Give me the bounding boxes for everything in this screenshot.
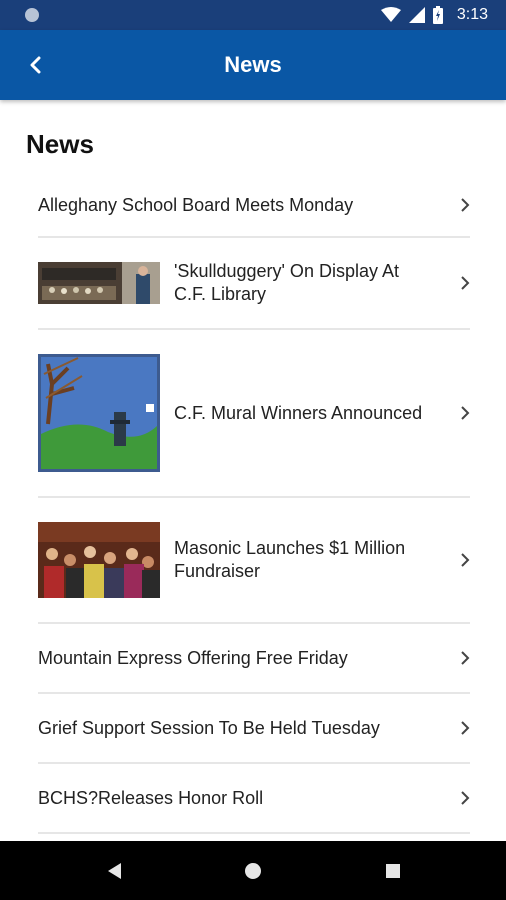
page-heading: News (26, 129, 94, 159)
status-time: 3:13 (456, 6, 488, 23)
status-icons: 3:13 (380, 5, 488, 25)
news-item[interactable]: BCHS?Releases Honor Roll (38, 764, 470, 834)
news-item[interactable]: C.F. Mural Winners Announced (38, 330, 470, 498)
news-content[interactable]: News Alleghany School Board Meets Monday (0, 100, 506, 841)
chevron-right-icon (461, 198, 470, 212)
news-item-title: Alleghany School Board Meets Monday (38, 194, 354, 215)
app-title: News (224, 52, 282, 77)
news-item-title: C.F. Mural Winners Announced (174, 402, 423, 423)
news-item[interactable]: Alleghany School Board Meets Monday (38, 174, 470, 238)
signal-icon (408, 7, 425, 23)
chevron-right-icon (461, 406, 470, 420)
event-crowd-photo (38, 522, 160, 598)
system-nav-bar (0, 841, 506, 900)
chevron-right-icon (461, 276, 470, 290)
news-item[interactable]: Masonic Launches $1 Million Fundraiser (38, 498, 470, 624)
library-display-photo (38, 262, 160, 304)
status-bar: 3:13 (0, 0, 506, 30)
app-bar: News (0, 30, 506, 100)
chevron-right-icon (461, 553, 470, 567)
news-list: Alleghany School Board Meets Monday 'Sku… (38, 174, 470, 834)
news-item-title: Masonic Launches $1 Million Fundraiser (174, 538, 406, 581)
news-item-title: Mountain Express Offering Free Friday (38, 647, 348, 668)
wifi-icon (380, 7, 401, 22)
news-item[interactable]: 'Skullduggery' On Display At C.F. Librar… (38, 238, 470, 330)
chevron-right-icon (461, 721, 470, 735)
chevron-right-icon (461, 791, 470, 805)
news-item-title: 'Skullduggery' On Display At C.F. Librar… (174, 261, 399, 304)
news-item-title: Grief Support Session To Be Held Tuesday (38, 717, 380, 738)
mural-painting-photo (38, 354, 160, 472)
notification-dot-icon (25, 8, 39, 22)
news-item[interactable]: Mountain Express Offering Free Friday (38, 624, 470, 694)
battery-icon (432, 6, 443, 24)
news-item[interactable]: Grief Support Session To Be Held Tuesday (38, 694, 470, 764)
recents-square-icon[interactable] (381, 859, 405, 883)
home-circle-icon[interactable] (241, 859, 265, 883)
back-triangle-icon[interactable] (102, 859, 126, 883)
news-item-title: BCHS?Releases Honor Roll (38, 787, 264, 808)
chevron-right-icon (461, 651, 470, 665)
